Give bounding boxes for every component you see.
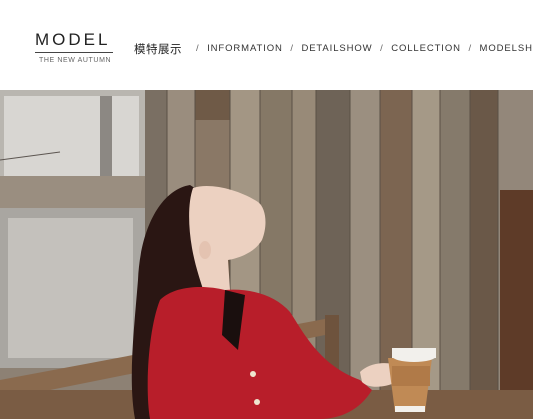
nav-separator: /: [380, 43, 384, 54]
brand-title: MODEL: [35, 30, 111, 49]
ear: [199, 241, 211, 259]
nav-separator: /: [290, 43, 294, 54]
brand-divider: [35, 52, 113, 53]
nav-item-detailshow[interactable]: DETAILSHOW: [301, 43, 372, 54]
page-header: MODEL THE NEW AUTUMN 模特展示 / INFORMATION …: [0, 0, 533, 90]
brand-block: MODEL THE NEW AUTUMN: [35, 30, 113, 64]
model-photo-illustration: [0, 90, 533, 419]
brand-subtitle: THE NEW AUTUMN: [39, 57, 112, 64]
window-frame: [0, 90, 145, 368]
nav-item-modelshow[interactable]: MODELSHOW: [480, 43, 533, 54]
nav-item-information[interactable]: INFORMATION: [207, 43, 283, 54]
jacket-button: [250, 371, 256, 377]
model-photo: [0, 90, 533, 419]
nav-separator: /: [468, 43, 472, 54]
section-nav: / INFORMATION / DETAILSHOW / COLLECTION …: [196, 43, 533, 54]
nav-item-collection[interactable]: COLLECTION: [391, 43, 461, 54]
jacket-button: [254, 399, 260, 405]
section-title-cn: 模特展示: [134, 42, 182, 56]
nav-separator: /: [196, 43, 200, 54]
